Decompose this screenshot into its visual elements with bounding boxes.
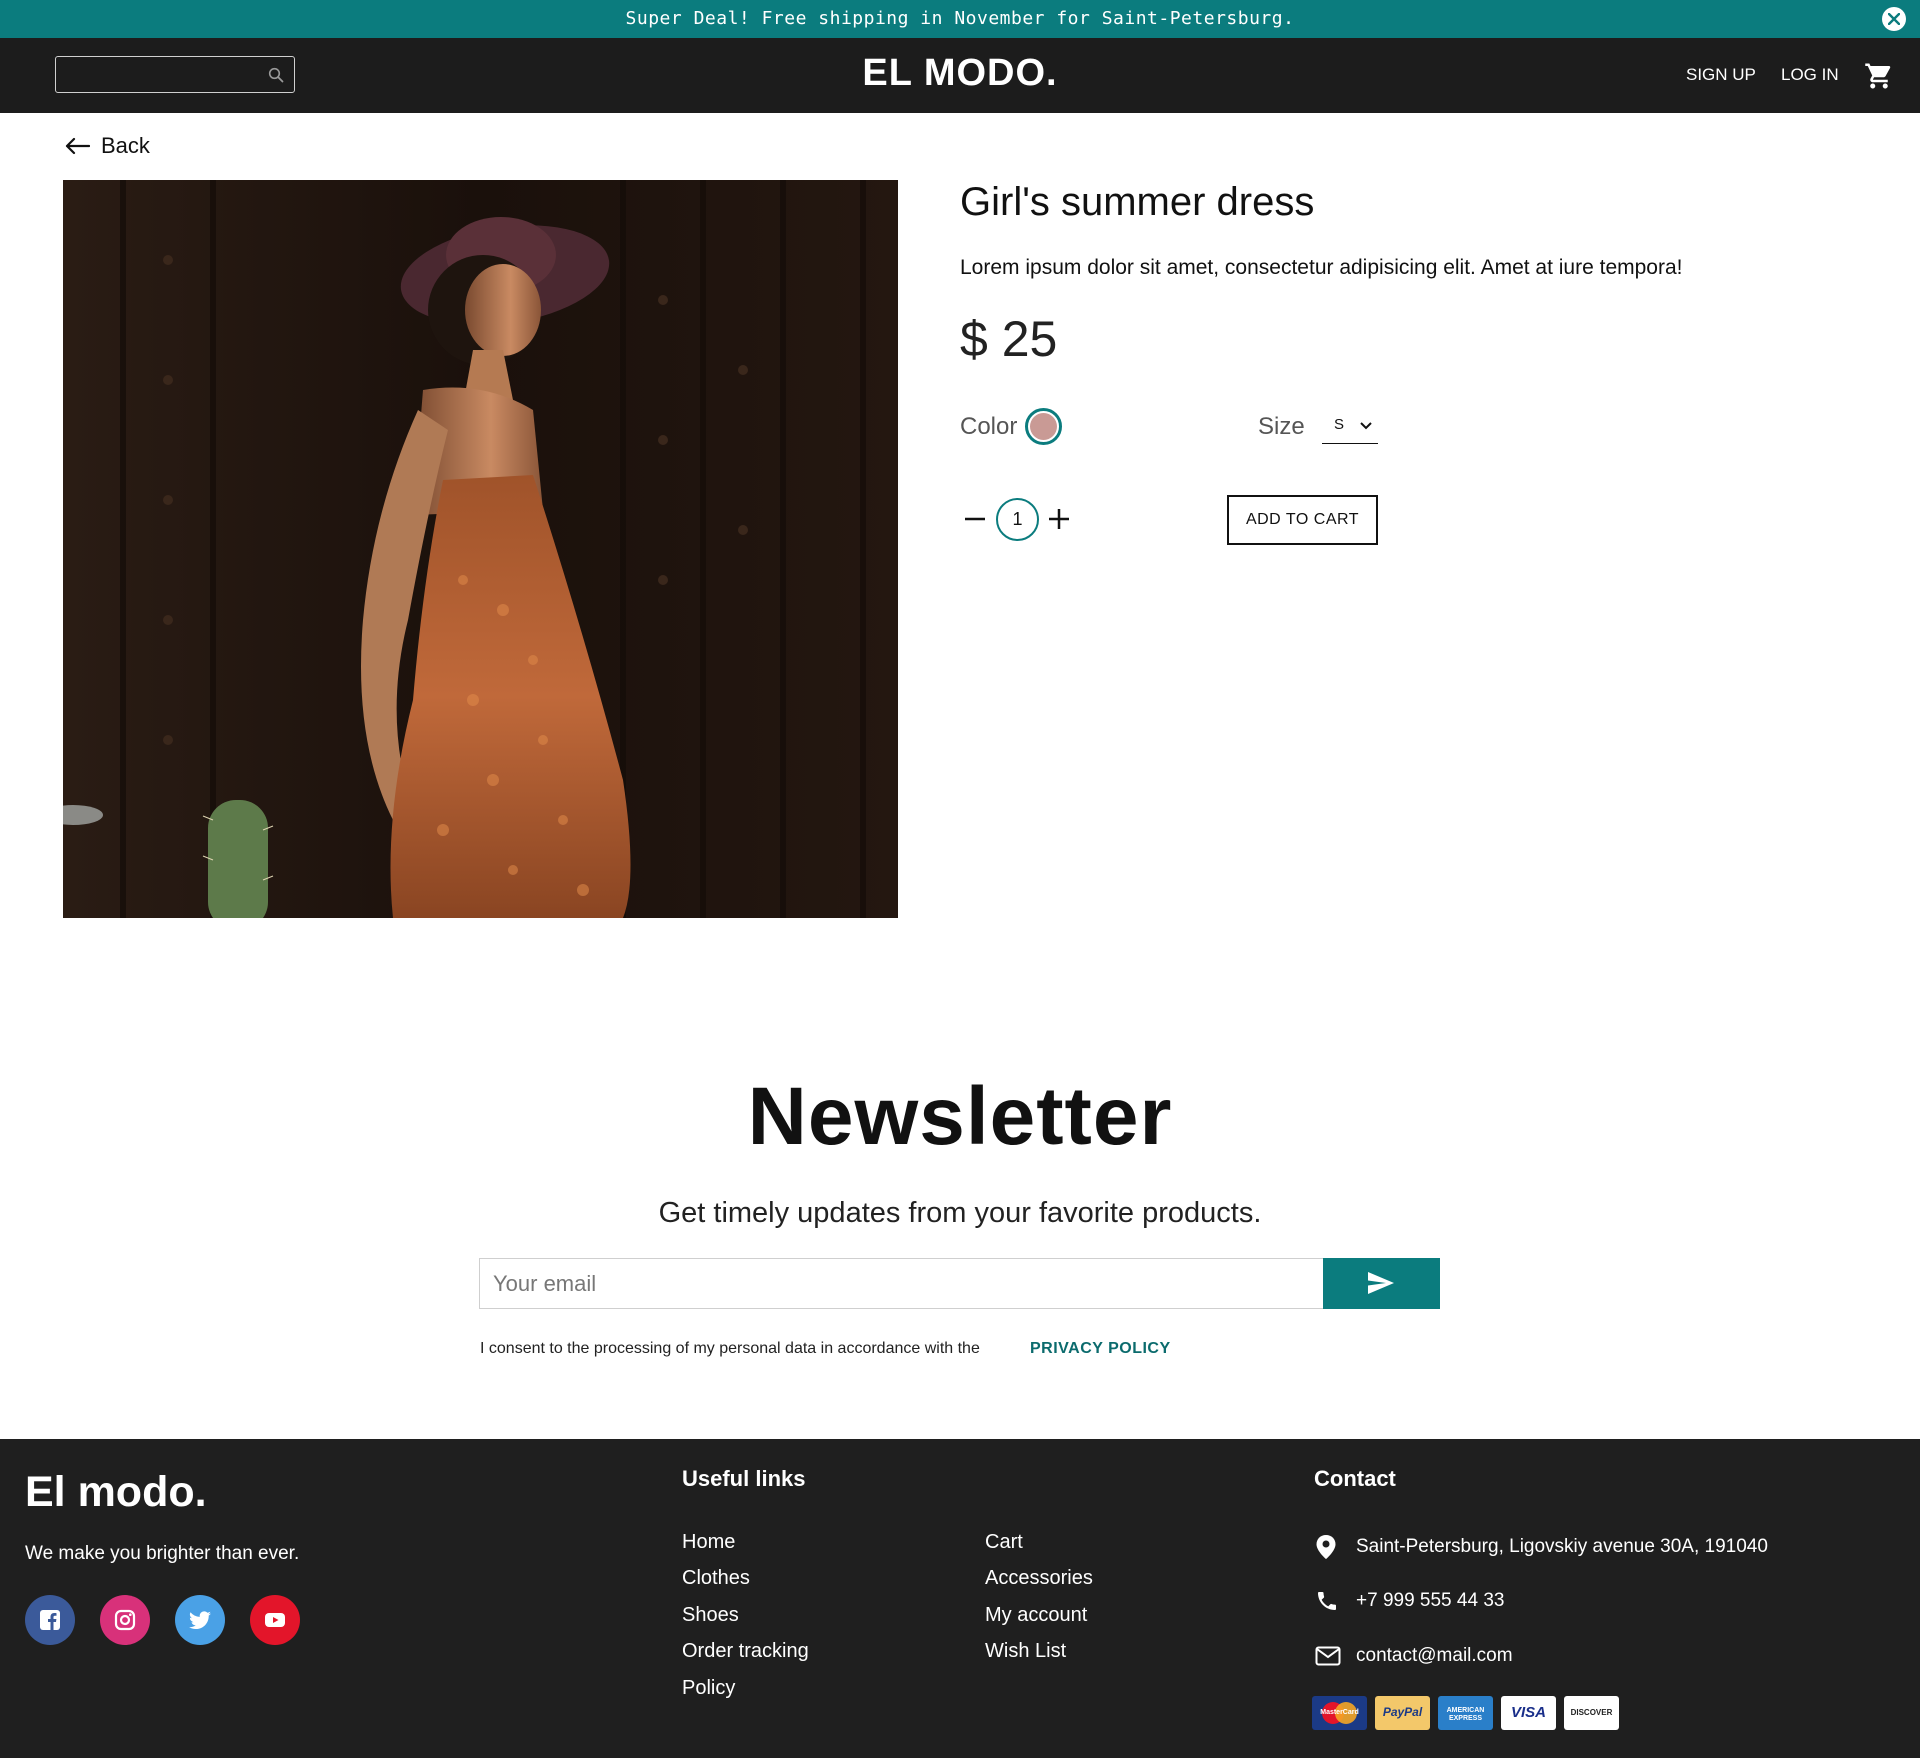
newsletter-email-input[interactable] [479,1258,1324,1309]
arrow-left-icon [65,137,90,155]
newsletter-subtitle: Get timely updates from your favorite pr… [658,1197,1262,1229]
size-label: Size [1258,413,1305,440]
footer-link-shoes[interactable]: Shoes [682,1604,739,1627]
signup-link[interactable]: SIGN UP [1686,65,1756,85]
twitter-icon[interactable] [175,1595,225,1645]
color-label: Color [960,413,1018,440]
location-pin-icon [1315,1534,1337,1564]
product-title: Girl's summer dress [960,180,1315,224]
plus-icon [1049,509,1069,529]
contact-phone: +7 999 555 44 33 [1356,1590,1505,1611]
footer-tagline: We make you brighter than ever. [25,1543,300,1564]
useful-links-heading: Useful links [682,1466,806,1491]
amex-icon: AMERICAN EXPRESS [1438,1696,1493,1730]
discover-label: DISCOVER [1570,1708,1613,1717]
mastercard-icon: MasterCard [1312,1696,1367,1730]
paypal-icon: PayPal [1375,1696,1430,1730]
color-swatch[interactable] [1025,408,1062,445]
visa-icon: VISA [1501,1696,1556,1730]
amex-label: AMERICAN EXPRESS [1446,1707,1485,1722]
cart-icon[interactable] [1864,61,1894,95]
footer-logo: El modo. [25,1468,207,1516]
privacy-policy-link[interactable]: PRIVACY POLICY [1030,1340,1171,1358]
footer-link-wish-list[interactable]: Wish List [985,1640,1066,1663]
contact-email: contact@mail.com [1356,1645,1513,1666]
contact-heading: Contact [1314,1466,1396,1491]
consent-text: I consent to the processing of my person… [480,1340,980,1357]
paypal-label: PayPal [1382,1705,1423,1719]
quantity-increase-button[interactable] [1046,506,1072,532]
login-link[interactable]: LOG IN [1781,65,1839,85]
promo-bar: Super Deal! Free shipping in November fo… [0,0,1920,38]
color-swatch-fill [1030,413,1057,440]
footer-link-home[interactable]: Home [682,1531,735,1554]
footer-link-cart[interactable]: Cart [985,1531,1023,1554]
promo-text: Super Deal! Free shipping in November fo… [625,8,1295,29]
newsletter-title: Newsletter [747,1071,1173,1162]
search-input[interactable] [62,61,252,88]
discover-icon: DISCOVER [1564,1696,1619,1730]
footer-link-policy[interactable]: Policy [682,1677,735,1700]
product-image [63,180,898,918]
instagram-icon[interactable] [100,1595,150,1645]
newsletter-submit-button[interactable] [1323,1258,1440,1309]
mail-icon [1315,1646,1341,1670]
mastercard-label: MasterCard [1320,1709,1359,1716]
minus-icon [965,517,985,521]
back-label: Back [101,133,150,158]
phone-icon [1315,1589,1339,1617]
search-box [55,56,295,93]
visa-label: VISA [1510,1704,1546,1721]
product-description: Lorem ipsum dolor sit amet, consectetur … [960,256,1683,279]
chevron-down-icon [1360,422,1372,430]
footer-link-my-account[interactable]: My account [985,1604,1087,1627]
add-to-cart-button[interactable]: ADD TO CART [1227,495,1378,545]
facebook-icon[interactable] [25,1595,75,1645]
footer-link-order-tracking[interactable]: Order tracking [682,1640,809,1663]
close-icon[interactable] [1882,7,1906,31]
footer-link-accessories[interactable]: Accessories [985,1567,1093,1590]
size-select[interactable]: S [1322,410,1378,444]
footer-link-clothes[interactable]: Clothes [682,1567,750,1590]
contact-address: Saint-Petersburg, Ligovskiy avenue 30A, … [1356,1536,1768,1557]
quantity-value[interactable]: 1 [996,498,1039,541]
site-header: EL MODO. SIGN UP LOG IN [0,38,1920,113]
search-icon[interactable] [268,67,284,87]
site-footer: El modo. We make you brighter than ever.… [0,1439,1920,1758]
size-value: S [1334,416,1345,433]
product-price: $ 25 [960,311,1058,367]
quantity-decrease-button[interactable] [962,506,988,532]
send-icon [1368,1272,1394,1294]
youtube-icon[interactable] [250,1595,300,1645]
